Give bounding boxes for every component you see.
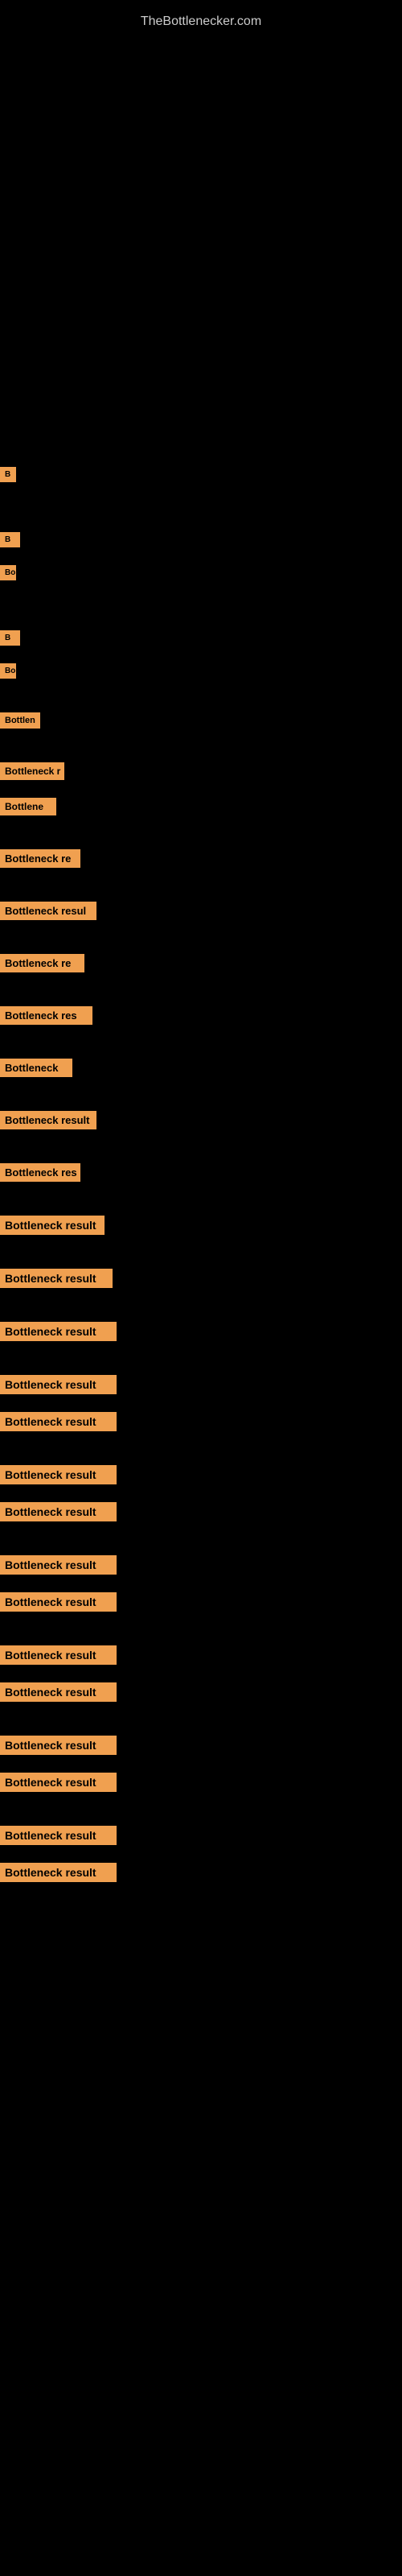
bottleneck-label: B [0,532,20,547]
list-item[interactable]: Bottleneck result [0,1555,402,1575]
bottleneck-label: Bo [0,565,16,580]
bottleneck-label: Bottleneck resul [0,902,96,920]
list-item[interactable]: Bottleneck result [0,1216,402,1235]
list-item[interactable]: Bottleneck re [0,954,402,972]
list-item[interactable]: Bottlen [0,712,402,729]
bottleneck-label: Bottleneck res [0,1163,80,1182]
list-item[interactable]: Bottleneck resul [0,902,402,920]
bottleneck-label: Bottleneck result [0,1592,117,1612]
list-item[interactable]: Bottleneck result [0,1773,402,1792]
list-item[interactable]: Bottleneck result [0,1502,402,1521]
list-item[interactable]: Bo [0,565,402,580]
list-item[interactable]: B [0,467,402,482]
list-item[interactable]: Bottleneck re [0,849,402,868]
bottleneck-label: Bottleneck result [0,1216,105,1235]
bottleneck-label: Bottleneck result [0,1826,117,1845]
list-item[interactable]: Bottleneck result [0,1736,402,1755]
list-item[interactable]: Bottleneck result [0,1863,402,1882]
list-item[interactable]: Bottleneck [0,1059,402,1077]
bottleneck-label: Bottleneck re [0,849,80,868]
bottleneck-label: Bottleneck result [0,1465,117,1484]
list-item[interactable]: B [0,630,402,646]
list-item[interactable]: Bottleneck result [0,1412,402,1431]
bottleneck-label: Bottleneck result [0,1773,117,1792]
bottleneck-label: Bottleneck r [0,762,64,780]
bottleneck-label: Bottleneck result [0,1502,117,1521]
bottleneck-label: B [0,467,16,482]
bottleneck-label: Bottleneck re [0,954,84,972]
bottleneck-label: Bottleneck result [0,1375,117,1394]
bottleneck-label: Bottleneck result [0,1111,96,1129]
list-item[interactable]: Bo [0,663,402,679]
bottleneck-label: Bottleneck result [0,1555,117,1575]
bottleneck-label: Bottleneck res [0,1006,92,1025]
list-item[interactable]: Bottleneck result [0,1322,402,1341]
list-item[interactable]: Bottleneck res [0,1163,402,1182]
list-item[interactable]: Bottleneck result [0,1269,402,1288]
bottleneck-label: Bottleneck [0,1059,72,1077]
bottleneck-label: Bottleneck result [0,1645,117,1665]
bottleneck-label: B [0,630,20,646]
list-item[interactable]: Bottleneck result [0,1826,402,1845]
bottleneck-label: Bottlene [0,798,56,815]
list-item[interactable]: Bottleneck result [0,1592,402,1612]
bottleneck-list: B B Bo B Bo Bottlen Bottleneck r Bottlen… [0,467,402,1884]
list-item[interactable]: Bottleneck result [0,1375,402,1394]
bottleneck-label: Bottleneck result [0,1736,117,1755]
list-item[interactable]: Bottlene [0,798,402,815]
site-title: TheBottlenecker.com [0,6,402,37]
list-item[interactable]: Bottleneck result [0,1682,402,1702]
bottleneck-label: Bottleneck result [0,1682,117,1702]
list-item[interactable]: Bottleneck result [0,1645,402,1665]
list-item[interactable]: Bottleneck result [0,1465,402,1484]
list-item[interactable]: B [0,532,402,547]
bottleneck-label: Bottleneck result [0,1269,113,1288]
bottleneck-label: Bottlen [0,712,40,729]
list-item[interactable]: Bottleneck result [0,1111,402,1129]
bottleneck-label: Bottleneck result [0,1863,117,1882]
bottleneck-label: Bottleneck result [0,1412,117,1431]
list-item[interactable]: Bottleneck res [0,1006,402,1025]
bottleneck-label: Bo [0,663,16,679]
bottleneck-label: Bottleneck result [0,1322,117,1341]
list-item[interactable]: Bottleneck r [0,762,402,780]
